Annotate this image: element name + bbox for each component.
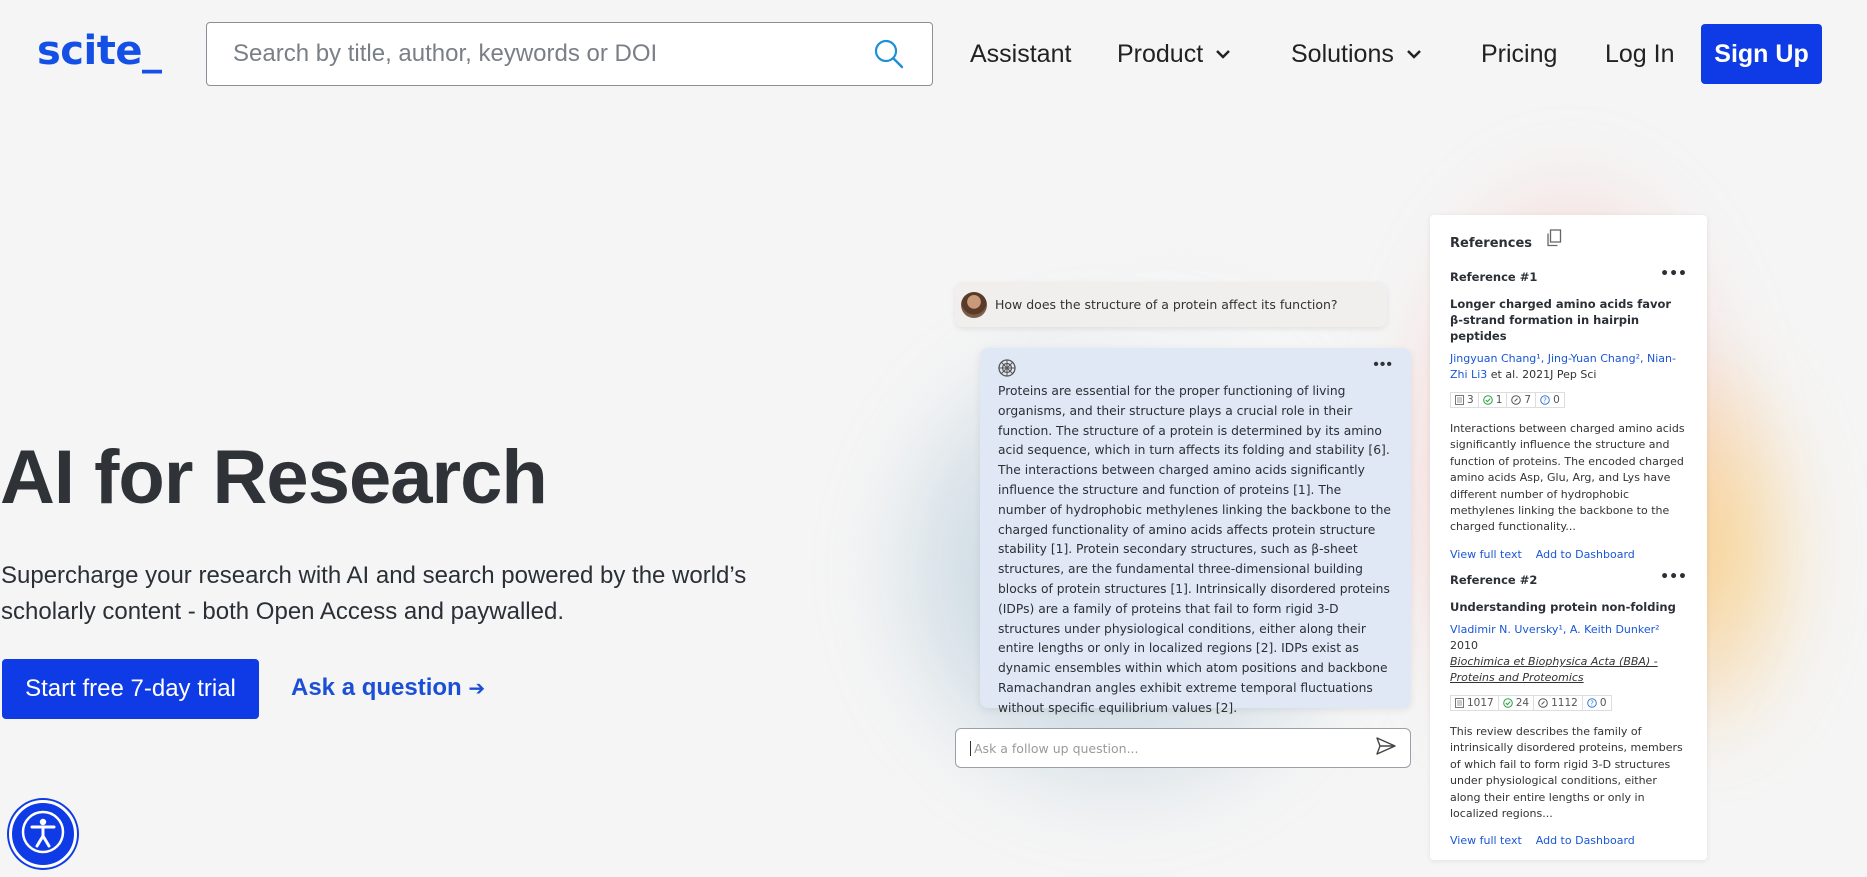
- accessibility-button[interactable]: [9, 800, 77, 868]
- reference-title[interactable]: Longer charged amino acids favor β-stran…: [1450, 296, 1687, 344]
- check-circle-icon: [1482, 395, 1493, 405]
- copy-icon[interactable]: [1546, 228, 1562, 251]
- reference-item: Reference #1 ••• Longer charged amino ac…: [1450, 266, 1687, 561]
- search-bar[interactable]: [206, 22, 933, 86]
- search-icon[interactable]: [872, 37, 906, 71]
- followup-input-bar[interactable]: [955, 728, 1411, 768]
- reference-journal[interactable]: Biochimica et Biophysica Acta (BBA) - Pr…: [1450, 654, 1687, 686]
- document-icon: [1455, 698, 1464, 708]
- assistant-answer-card: ••• Proteins are essential for the prope…: [980, 348, 1411, 715]
- badge-supporting[interactable]: 1: [1478, 392, 1508, 408]
- nav-solutions[interactable]: Solutions: [1291, 22, 1422, 86]
- svg-text:?: ?: [1543, 397, 1547, 405]
- more-options-icon[interactable]: •••: [1373, 356, 1393, 374]
- badge-publications[interactable]: 3: [1450, 392, 1479, 408]
- hero-title: AI for Research: [0, 435, 548, 520]
- user-question-text: How does the structure of a protein affe…: [995, 297, 1338, 312]
- badge-mentioning[interactable]: 7: [1507, 392, 1537, 408]
- more-options-icon[interactable]: •••: [1660, 569, 1687, 585]
- assistant-answer-text: Proteins are essential for the proper fu…: [998, 384, 1391, 715]
- view-full-text-link[interactable]: View full text: [1450, 548, 1522, 561]
- ask-question-link[interactable]: Ask a question ➔: [291, 674, 485, 702]
- more-options-icon[interactable]: •••: [1660, 266, 1687, 282]
- reference-meta: et al. 2021J Pep Sci: [1487, 368, 1597, 381]
- chevron-down-icon: [1215, 49, 1231, 59]
- nav-login-label: Log In: [1605, 39, 1675, 68]
- reference-item: Reference #2 ••• Understanding protein n…: [1450, 569, 1687, 847]
- reference-abstract: This review describes the family of intr…: [1450, 725, 1683, 821]
- accessibility-icon: [20, 809, 66, 860]
- citation-badges: 1017 24 1112 ? 0: [1450, 695, 1687, 711]
- view-full-text-link[interactable]: View full text: [1450, 834, 1522, 847]
- nav-pricing-label: Pricing: [1481, 39, 1558, 68]
- arrow-right-icon: ➔: [468, 678, 486, 700]
- reference-authors: Vladimir N. Uversky¹, A. Keith Dunker² 2…: [1450, 622, 1687, 686]
- question-circle-icon: ?: [1587, 698, 1597, 708]
- scite-logo[interactable]: scite_: [37, 28, 162, 74]
- nav-assistant-label: Assistant: [970, 39, 1072, 68]
- badge-supporting[interactable]: 24: [1498, 695, 1535, 711]
- references-title: References: [1450, 236, 1533, 251]
- svg-text:?: ?: [1590, 700, 1594, 708]
- reference-number: Reference #1: [1450, 270, 1538, 284]
- followup-input[interactable]: [970, 740, 1376, 756]
- assistant-logo-icon: [997, 358, 1017, 383]
- reference-abstract: Interactions between charged amino acids…: [1450, 422, 1685, 534]
- send-icon[interactable]: [1376, 736, 1396, 760]
- badge-unclassified[interactable]: ? 0: [1582, 695, 1612, 711]
- start-trial-button[interactable]: Start free 7-day trial: [2, 659, 259, 719]
- hero-subtitle: Supercharge your research with AI and se…: [1, 562, 747, 625]
- top-nav: scite_ Assistant Product Solutions Prici…: [0, 0, 1867, 108]
- nav-solutions-label: Solutions: [1291, 39, 1394, 68]
- nav-pricing[interactable]: Pricing: [1481, 22, 1557, 86]
- reference-title[interactable]: Understanding protein non-folding: [1450, 599, 1687, 615]
- reference-number: Reference #2: [1450, 573, 1538, 587]
- ask-question-label: Ask a question: [291, 674, 462, 701]
- add-to-dashboard-link[interactable]: Add to Dashboard: [1536, 834, 1635, 847]
- nav-product[interactable]: Product: [1117, 22, 1231, 86]
- slash-circle-icon: [1538, 698, 1548, 708]
- check-circle-icon: [1502, 698, 1513, 708]
- avatar: [961, 291, 987, 318]
- slash-circle-icon: [1511, 395, 1522, 405]
- nav-assistant[interactable]: Assistant: [970, 22, 1071, 86]
- nav-login[interactable]: Log In: [1605, 22, 1675, 86]
- citation-badges: 3 1 7 ? 0: [1450, 392, 1687, 408]
- reference-authors: Jingyuan Chang¹, Jing-Yuan Chang², Nian-…: [1450, 351, 1687, 383]
- badge-publications[interactable]: 1017: [1450, 695, 1499, 711]
- references-panel: References Reference #1 ••• Longer charg…: [1430, 215, 1707, 860]
- badge-mentioning[interactable]: 1112: [1534, 695, 1583, 711]
- badge-unclassified[interactable]: ? 0: [1536, 392, 1565, 408]
- chevron-down-icon: [1406, 49, 1422, 59]
- question-circle-icon: ?: [1540, 395, 1550, 405]
- reference-actions: View full text Add to Dashboard: [1450, 548, 1687, 561]
- search-input[interactable]: [233, 40, 872, 68]
- signup-button[interactable]: Sign Up: [1701, 24, 1822, 84]
- nav-product-label: Product: [1117, 39, 1204, 68]
- add-to-dashboard-link[interactable]: Add to Dashboard: [1536, 548, 1635, 561]
- reference-author-links[interactable]: Vladimir N. Uversky¹, A. Keith Dunker²: [1450, 623, 1660, 636]
- document-icon: [1455, 395, 1464, 405]
- reference-actions: View full text Add to Dashboard: [1450, 834, 1687, 847]
- reference-meta: 2010: [1450, 639, 1478, 652]
- user-question-bubble: How does the structure of a protein affe…: [955, 282, 1387, 327]
- references-header: References: [1450, 228, 1687, 251]
